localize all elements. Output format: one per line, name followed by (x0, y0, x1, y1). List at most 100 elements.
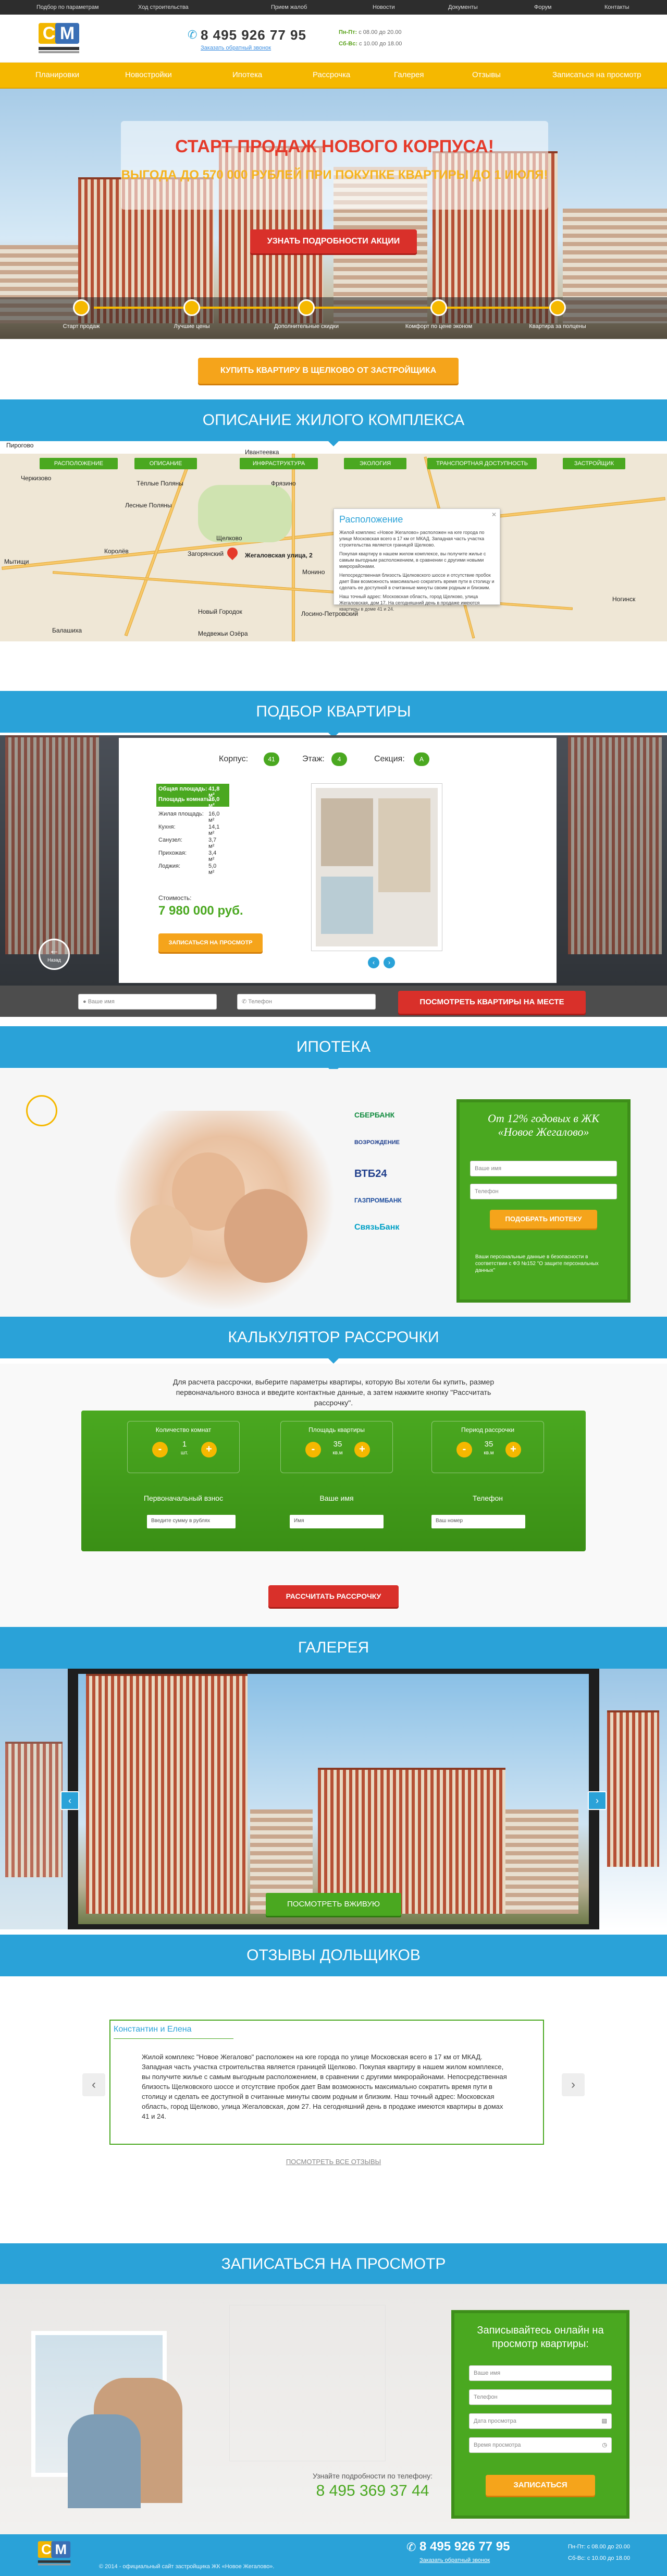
calendar-icon[interactable]: ▤ (602, 2414, 607, 2428)
tab-description[interactable]: Описание (134, 458, 197, 469)
period-plus-button[interactable]: + (505, 1442, 521, 1457)
callback-link[interactable]: Заказать обратный звонок (201, 45, 271, 51)
review-next-icon[interactable]: › (562, 2073, 585, 2096)
topnav-link[interactable]: Контакты (604, 0, 629, 15)
see-live-button[interactable]: Посмотреть вживую (266, 1893, 401, 1916)
review-prev-icon[interactable]: ‹ (82, 2073, 105, 2096)
sign-up-viewing-button[interactable]: Записаться на просмотр (158, 933, 263, 952)
time-input[interactable]: Время просмотра ◷ (469, 2437, 612, 2453)
rooms-minus-button[interactable]: - (152, 1442, 168, 1457)
prev-plan-icon[interactable]: ‹ (368, 957, 379, 968)
step-dot[interactable] (73, 299, 90, 316)
menu-item[interactable]: Планировки (35, 63, 79, 88)
hours-label: Пн-Пт: (339, 29, 357, 35)
korpus-selector[interactable]: 41 (264, 752, 279, 766)
korpus-label: Корпус: (219, 755, 249, 763)
topnav-link[interactable]: Прием жалоб (271, 0, 307, 15)
section-title: Ипотека (0, 1026, 667, 1073)
phone-icon: ✆ (242, 999, 249, 1005)
spec-label: Прихожая: (158, 850, 187, 856)
tab-location[interactable]: Расположение (40, 458, 118, 469)
topnav-link[interactable]: Новости (373, 0, 395, 15)
map-label: Монино (302, 568, 325, 576)
phone-input[interactable]: Телефон (470, 1184, 617, 1199)
tab-ecology[interactable]: Экология (344, 458, 406, 469)
gallery-prev-icon[interactable]: ‹ (60, 1791, 79, 1810)
phone-input[interactable]: Телефон (469, 2389, 612, 2405)
topnav-link[interactable]: Ход строительства (138, 0, 189, 15)
phone-input[interactable]: ✆ Телефон (237, 994, 376, 1010)
tab-infrastructure[interactable]: Инфраструктура (240, 458, 318, 469)
menu-item[interactable]: Отзывы (472, 63, 501, 88)
spec-label: Кухня: (158, 824, 176, 830)
map-label: Ногинск (612, 596, 636, 603)
svyazbank-logo: СвязьБанк (354, 1223, 400, 1232)
info-paragraph: Непосредственная близость Щелковского шо… (339, 573, 495, 590)
mortgage-button[interactable]: Подобрать ипотеку (490, 1210, 597, 1229)
name-input[interactable]: Ваше имя (469, 2365, 612, 2381)
menu-item[interactable]: Записаться на просмотр (552, 63, 641, 88)
date-input[interactable]: Дата просмотра ▤ (469, 2413, 612, 2429)
calculate-button[interactable]: Рассчитать рассрочку (268, 1585, 399, 1607)
review-text: Жилой комплекс "Новое Жегалово" располож… (142, 2053, 507, 2120)
top-nav: Подбор по параметрам Ход строительства П… (0, 0, 667, 15)
sun-drawing (26, 1095, 57, 1126)
area-minus-button[interactable]: - (305, 1442, 321, 1457)
logo[interactable]: С М (35, 21, 82, 55)
topnav-link[interactable]: Форум (534, 0, 551, 15)
floor-selector[interactable]: 4 (331, 752, 347, 766)
step-label: Лучшие цены (174, 323, 210, 330)
booking-form: Записывайтесь онлайн на просмотр квартир… (451, 2310, 629, 2519)
area-label: Площадь квартиры (308, 1426, 365, 1433)
buy-apartment-button[interactable]: Купить квартиру в Щелково от застройщика (198, 358, 459, 384)
topnav-link[interactable]: Подбор по параметрам (36, 0, 98, 15)
watch-apartments-button[interactable]: Посмотреть квартиры на месте (398, 991, 586, 1014)
footer-logo[interactable]: СМ (35, 2539, 73, 2567)
hero-title: Старт продаж нового корпуса! (175, 137, 494, 156)
menu-item[interactable]: Новостройки (125, 63, 172, 88)
menu-item[interactable]: Галерея (394, 63, 424, 88)
booking-submit-button[interactable]: Записаться (486, 2475, 595, 2496)
gallery-next-icon[interactable]: › (588, 1791, 607, 1810)
rooms-label: Количество комнат (155, 1426, 212, 1433)
booking-phone[interactable]: 8 495 369 37 44 (305, 2482, 440, 2500)
phone-input[interactable]: Ваш номер (431, 1515, 525, 1528)
steps-bar (0, 297, 667, 339)
rooms-plus-button[interactable]: + (201, 1442, 217, 1457)
section-title: Калькулятор рассрочки (0, 1317, 667, 1364)
sberbank-logo: СБЕРБАНК (354, 1111, 395, 1119)
menu-item[interactable]: Ипотека (232, 63, 262, 88)
tab-transport[interactable]: Транспортная доступность (427, 458, 537, 469)
phone-hint: Узнайте подробности по телефону: (313, 2472, 433, 2480)
map-label: Черкизово (21, 475, 52, 482)
period-minus-button[interactable]: - (456, 1442, 472, 1457)
footer-callback-link[interactable]: Заказать обратный звонок (419, 2557, 490, 2563)
step-dot[interactable] (183, 299, 200, 316)
topnav-link[interactable]: Документы (448, 0, 478, 15)
all-reviews-link[interactable]: Посмотреть все отзывы (229, 2158, 438, 2166)
map-label: Балашиха (52, 627, 82, 634)
period-value: 35 (484, 1440, 493, 1449)
clock-icon[interactable]: ◷ (602, 2438, 607, 2452)
gallery-slider (0, 1669, 667, 1929)
tab-developer[interactable]: Застройщик (563, 458, 625, 469)
area-plus-button[interactable]: + (354, 1442, 370, 1457)
back-button[interactable]: ← Назад (39, 939, 70, 970)
menu-item[interactable]: Рассрочка (313, 63, 350, 88)
header-phone[interactable]: 8 495 926 77 95 (201, 27, 306, 43)
section-selector[interactable]: А (414, 752, 429, 766)
sketch-illustration (229, 2305, 386, 2461)
initial-payment-input[interactable]: Введите сумму в рублях (147, 1515, 236, 1528)
hero-cta-button[interactable]: Узнать подробности акции (250, 229, 417, 253)
footer-phone[interactable]: 8 495 926 77 95 (419, 2539, 510, 2554)
step-dot[interactable] (549, 299, 566, 316)
name-input[interactable]: ● Ваше имя (78, 994, 217, 1010)
section-title: Отзывы дольщиков (0, 1935, 667, 1982)
step-dot[interactable] (430, 299, 447, 316)
name-input[interactable]: Ваше имя (470, 1161, 617, 1176)
next-plan-icon[interactable]: › (384, 957, 395, 968)
step-dot[interactable] (298, 299, 315, 316)
spec-value: 3,7 м² (208, 837, 217, 849)
close-icon[interactable]: ✕ (491, 511, 497, 518)
name-input[interactable]: Имя (290, 1515, 384, 1528)
